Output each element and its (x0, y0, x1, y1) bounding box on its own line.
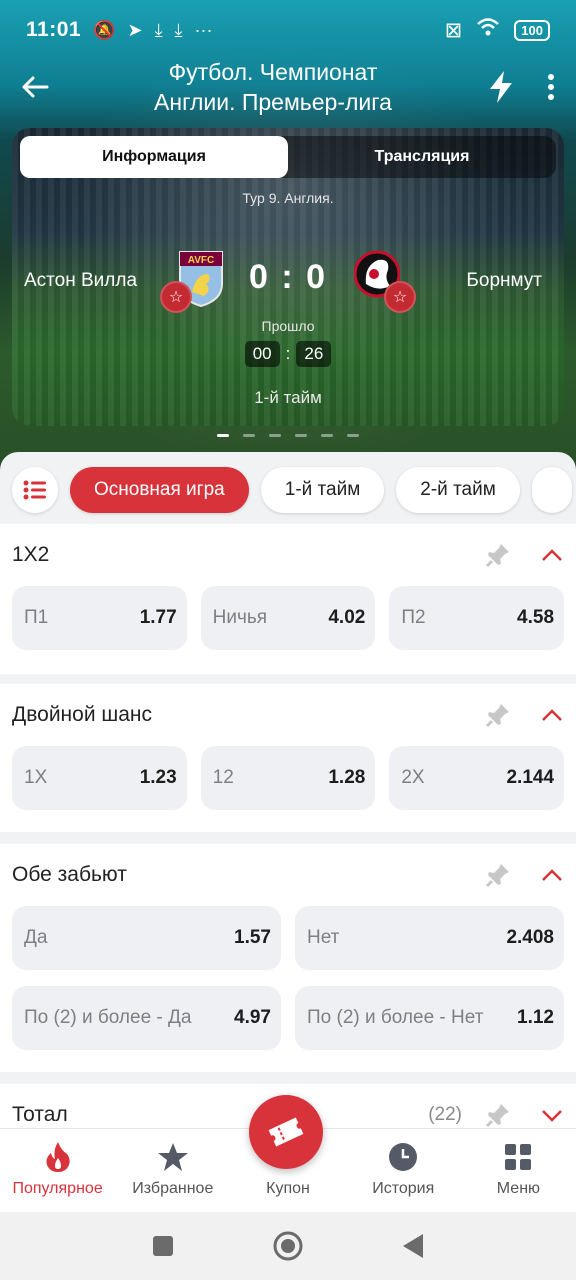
status-bar: 11:01 🔕 ➤ ⤓ ⤓ ··· ⊠ 100 (0, 0, 576, 60)
battery-icon: 100 (514, 19, 550, 41)
telegram-icon: ➤ (127, 19, 143, 40)
download-done-icon: ⤓ (174, 19, 183, 40)
page-title: Футбол. Чемпионат Англии. Премьер-лига (154, 59, 392, 115)
sim-off-icon: ⊠ (444, 18, 463, 42)
chevron-down-icon[interactable] (540, 1103, 564, 1127)
more-vertical-icon (548, 74, 554, 100)
timer-separator: : (285, 344, 291, 363)
pin-icon[interactable] (484, 861, 512, 889)
nav-favorites[interactable]: Избранное (115, 1129, 230, 1212)
pager-dots (0, 434, 576, 437)
system-navigation (0, 1212, 576, 1280)
chevron-up-icon[interactable] (540, 863, 564, 887)
markets-list-button[interactable] (12, 467, 58, 513)
odd-button[interactable]: 12 1.28 (200, 746, 376, 810)
download-done-icon: ⤓ (154, 19, 163, 40)
pager-dot[interactable] (295, 434, 307, 437)
home-icon[interactable] (272, 1230, 304, 1262)
chip-main-game[interactable]: Основная игра (70, 467, 249, 513)
timer-seconds: 26 (296, 341, 332, 367)
market-title: 1X2 (12, 543, 50, 566)
odd-button[interactable]: Да 1.57 (12, 906, 281, 970)
clock-icon (389, 1143, 418, 1171)
pager-dot[interactable] (243, 434, 255, 437)
market-title: Двойной шанс (12, 703, 153, 726)
pin-icon[interactable] (484, 1101, 512, 1129)
market-header[interactable]: Двойной шанс (0, 684, 576, 746)
list-icon (23, 480, 46, 500)
odd-button[interactable]: П1 1.77 (12, 586, 187, 650)
match-period: 1-й тайм (254, 388, 322, 407)
nav-history[interactable]: История (346, 1129, 461, 1212)
market-1x2: 1X2 П1 1.77 Ничья 4.02 П2 4.58 (0, 524, 576, 674)
timer-minutes: 00 (244, 341, 280, 367)
live-bolt-button[interactable] (476, 52, 526, 122)
coupon-button[interactable] (249, 1095, 323, 1169)
market-both-teams-score: Обе забьют Да 1.57 Нет 2.408 По (2) и боле… (0, 844, 576, 1072)
market-title: Тотал (12, 1103, 68, 1126)
pager-dot[interactable] (347, 434, 359, 437)
market-title: Обе забьют (12, 863, 127, 886)
odd-button[interactable]: 2X 2.144 (389, 746, 565, 810)
nav-popular[interactable]: Популярное (0, 1129, 115, 1212)
filter-chips: Основная игра 1-й тайм 2-й тайм (0, 466, 576, 514)
market-header[interactable]: 1X2 (0, 524, 576, 586)
elapsed-label: Прошло (261, 318, 315, 334)
back-button[interactable] (0, 52, 70, 122)
match-header: 11:01 🔕 ➤ ⤓ ⤓ ··· ⊠ 100 Футбол. Чемпиона… (0, 0, 576, 470)
odd-button[interactable]: 1X 1.23 (12, 746, 187, 810)
match-timer: 00 : 26 (12, 341, 564, 367)
markets-panel: Основная игра 1-й тайм 2-й тайм 1X2 П1 1.… (0, 452, 576, 1132)
chip-more[interactable] (531, 467, 572, 513)
tab-info[interactable]: Информация (20, 136, 288, 178)
tab-broadcast[interactable]: Трансляция (288, 136, 556, 178)
wifi-icon (476, 17, 500, 43)
more-notifications-icon: ··· (194, 19, 213, 40)
odd-button[interactable]: П2 4.58 (389, 586, 565, 650)
away-team-name: Борнмут (466, 270, 542, 291)
chevron-up-icon[interactable] (540, 543, 564, 567)
market-double-chance: Двойной шанс 1X 1.23 12 1.28 2X 2.144 (0, 684, 576, 832)
match-card: Информация Трансляция Тур 9. Англия. Аст… (12, 128, 564, 426)
odd-button[interactable]: Ничья 4.02 (200, 586, 376, 650)
odd-button[interactable]: По (2) и более - Нет 1.12 (295, 986, 564, 1050)
pin-icon[interactable] (484, 701, 512, 729)
nav-menu[interactable]: Меню (461, 1129, 576, 1212)
market-count: (22) (428, 1104, 462, 1125)
pager-dot[interactable] (321, 434, 333, 437)
flame-icon (46, 1142, 70, 1172)
lightning-icon (490, 71, 512, 103)
match-tabs: Информация Трансляция (20, 136, 556, 178)
ticket-icon (268, 1117, 304, 1147)
favorite-away-button[interactable]: ☆ (384, 281, 416, 313)
chevron-up-icon[interactable] (540, 703, 564, 727)
pager-dot[interactable] (217, 434, 229, 437)
odd-button[interactable]: Нет 2.408 (295, 906, 564, 970)
status-time: 11:01 (26, 18, 82, 41)
chip-second-half[interactable]: 2-й тайм (396, 467, 520, 513)
pin-icon[interactable] (484, 541, 512, 569)
notification-icons: 🔕 ➤ ⤓ ⤓ ··· (93, 20, 212, 41)
mute-icon: 🔕 (93, 19, 116, 40)
star-icon (157, 1143, 188, 1171)
pager-dot[interactable] (269, 434, 281, 437)
grid-icon (505, 1144, 532, 1170)
arrow-left-icon (22, 76, 49, 98)
odd-button[interactable]: По (2) и более - Да 4.97 (12, 986, 281, 1050)
round-info: Тур 9. Англия. (242, 190, 334, 206)
recent-apps-icon[interactable] (152, 1235, 174, 1257)
chip-first-half[interactable]: 1-й тайм (260, 467, 385, 513)
back-triangle-icon[interactable] (402, 1233, 424, 1259)
app-bar: Футбол. Чемпионат Англии. Премьер-лига (0, 52, 576, 122)
more-options-button[interactable] (526, 52, 576, 122)
market-header[interactable]: Обе забьют (0, 844, 576, 906)
